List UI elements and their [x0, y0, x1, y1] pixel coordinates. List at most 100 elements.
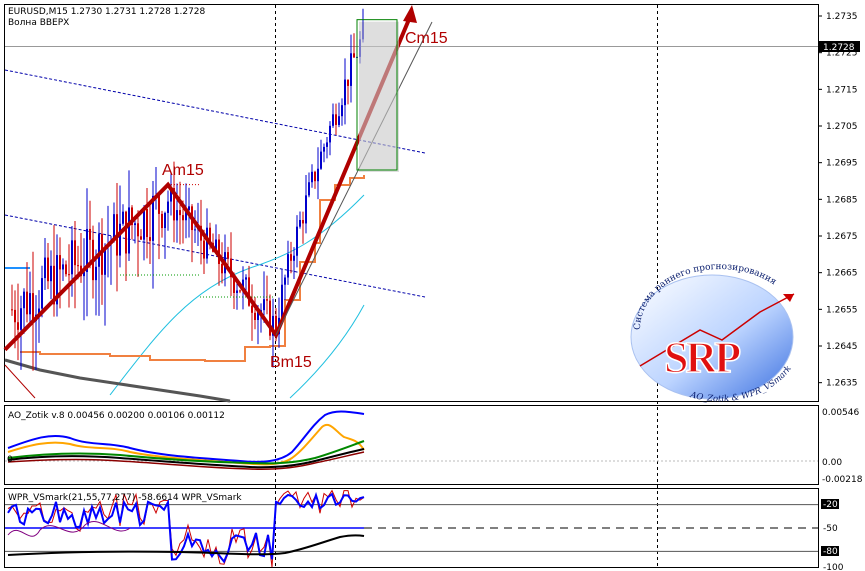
price-candle-body: [23, 291, 25, 309]
price-candle-body: [74, 240, 76, 266]
price-candle-body: [245, 277, 247, 280]
price-candle-body: [44, 257, 46, 279]
price-tick-label: 1.2665: [826, 269, 858, 279]
wave-label-bm: Bm15: [270, 354, 312, 371]
price-candle-body: [317, 168, 319, 182]
price-candle-body: [26, 291, 28, 315]
grey-ma-path: [4, 358, 231, 403]
thin-projection-line: [275, 21, 433, 336]
price-candle-body: [344, 79, 346, 106]
price-candle-body: [122, 211, 124, 224]
price-candle-body: [299, 219, 301, 227]
price-candle-body: [311, 171, 313, 183]
price-candle-body: [341, 105, 343, 117]
price-candle-body: [281, 284, 283, 318]
wave-label-am: Am15: [162, 162, 204, 179]
price-candle-body: [287, 254, 289, 278]
price-candle-body: [302, 219, 304, 224]
price-candle-body: [20, 308, 22, 330]
price-candle-body: [17, 322, 19, 330]
wpr-tick-80: -80: [823, 547, 838, 557]
price-tick-label: 1.2685: [826, 195, 858, 205]
price-candle-body: [236, 290, 238, 293]
chart-subtitle: Волна ВВЕРХ: [8, 18, 69, 28]
price-candle-body: [59, 255, 61, 270]
wpr-tick-100: -100: [823, 563, 844, 571]
price-candle-body: [296, 226, 298, 256]
price-candle-body: [11, 309, 13, 311]
price-candle-body: [50, 265, 52, 282]
price-candle-body: [128, 207, 130, 254]
current-price-label: 1.2728: [823, 43, 855, 53]
price-tick-label: 1.2735: [826, 12, 858, 22]
trading-chart[interactable]: 1.27351.27251.27151.27051.26951.26851.26…: [0, 0, 865, 571]
price-candle-body: [146, 208, 148, 238]
price-candle-body: [320, 151, 322, 169]
price-tick-label: 1.2715: [826, 85, 858, 95]
price-tick-label: 1.2705: [826, 122, 858, 132]
price-candle-body: [176, 210, 178, 221]
wave-arrow-head: [403, 5, 417, 23]
price-candle-body: [254, 312, 256, 320]
price-candle-body: [95, 266, 97, 281]
wpr-purple-line: [7, 521, 131, 537]
price-candle-body: [266, 299, 268, 301]
grey-moving-average: [4, 358, 231, 403]
price-candle-body: [14, 309, 16, 323]
price-candle-body: [161, 213, 163, 229]
price-candle-body: [158, 195, 160, 214]
price-candle-body: [263, 299, 265, 311]
wpr-tick-20: -20: [823, 500, 838, 510]
price-candle-body: [137, 223, 139, 237]
price-candle-body: [179, 210, 181, 216]
target-box-shadow: [359, 21, 399, 172]
price-candle-body: [71, 240, 73, 275]
price-tick-label: 1.2635: [826, 379, 858, 389]
price-candle-body: [326, 142, 328, 147]
price-candle-body: [308, 182, 310, 196]
price-candle-body: [290, 254, 292, 261]
price-candle-body: [350, 53, 352, 86]
price-candle-body: [284, 277, 286, 285]
price-candle-body: [125, 211, 127, 254]
price-candle-body: [221, 264, 223, 274]
ao-panel-title: AO_Zotik v.8 0.00456 0.00200 0.00106 0.0…: [8, 411, 225, 421]
price-candle-body: [32, 293, 34, 321]
price-candle-body: [353, 53, 355, 58]
price-candle-body: [239, 290, 241, 292]
price-candle-body: [293, 255, 295, 261]
cyan-line-lower: [289, 304, 365, 399]
price-candle-body: [314, 171, 316, 182]
price-candle-body: [98, 234, 100, 267]
price-candle-body: [29, 293, 31, 315]
price-candle-body: [65, 264, 67, 275]
price-candle-body: [347, 79, 349, 86]
price-candle-body: [77, 265, 79, 267]
target-box: [356, 19, 399, 172]
period-separators: [275, 5, 658, 567]
price-tick-label: 1.2695: [826, 159, 858, 169]
price-candle-body: [41, 278, 43, 309]
logo-arrow-head: [783, 294, 794, 302]
price-candle-body: [251, 305, 253, 313]
logo-srp-text: SRP: [664, 333, 740, 382]
srp-logo: Система раннего прогнозированияAO_Zotik …: [630, 262, 795, 404]
ao-tick-top: 0.00546: [822, 408, 859, 418]
price-candle-body: [164, 212, 166, 229]
price-candle-body: [167, 201, 169, 213]
price-candle-body: [149, 237, 151, 241]
price-candle-body: [62, 264, 64, 270]
ao-tick-bottom: -0.00218: [822, 475, 863, 485]
price-candle-body: [338, 116, 340, 125]
price-candle-body: [335, 114, 337, 125]
price-candle-body: [305, 195, 307, 224]
price-candle-body: [47, 257, 49, 282]
price-candle-body: [134, 223, 136, 226]
price-candle-body: [332, 114, 334, 126]
price-tick-label: 1.2655: [826, 305, 858, 315]
price-candle-body: [194, 229, 196, 231]
price-tick-label: 1.2675: [826, 232, 858, 242]
price-candle-body: [89, 228, 91, 240]
wave-label-cm: Cm15: [405, 30, 448, 47]
ao-left-marker: 0: [7, 455, 13, 465]
